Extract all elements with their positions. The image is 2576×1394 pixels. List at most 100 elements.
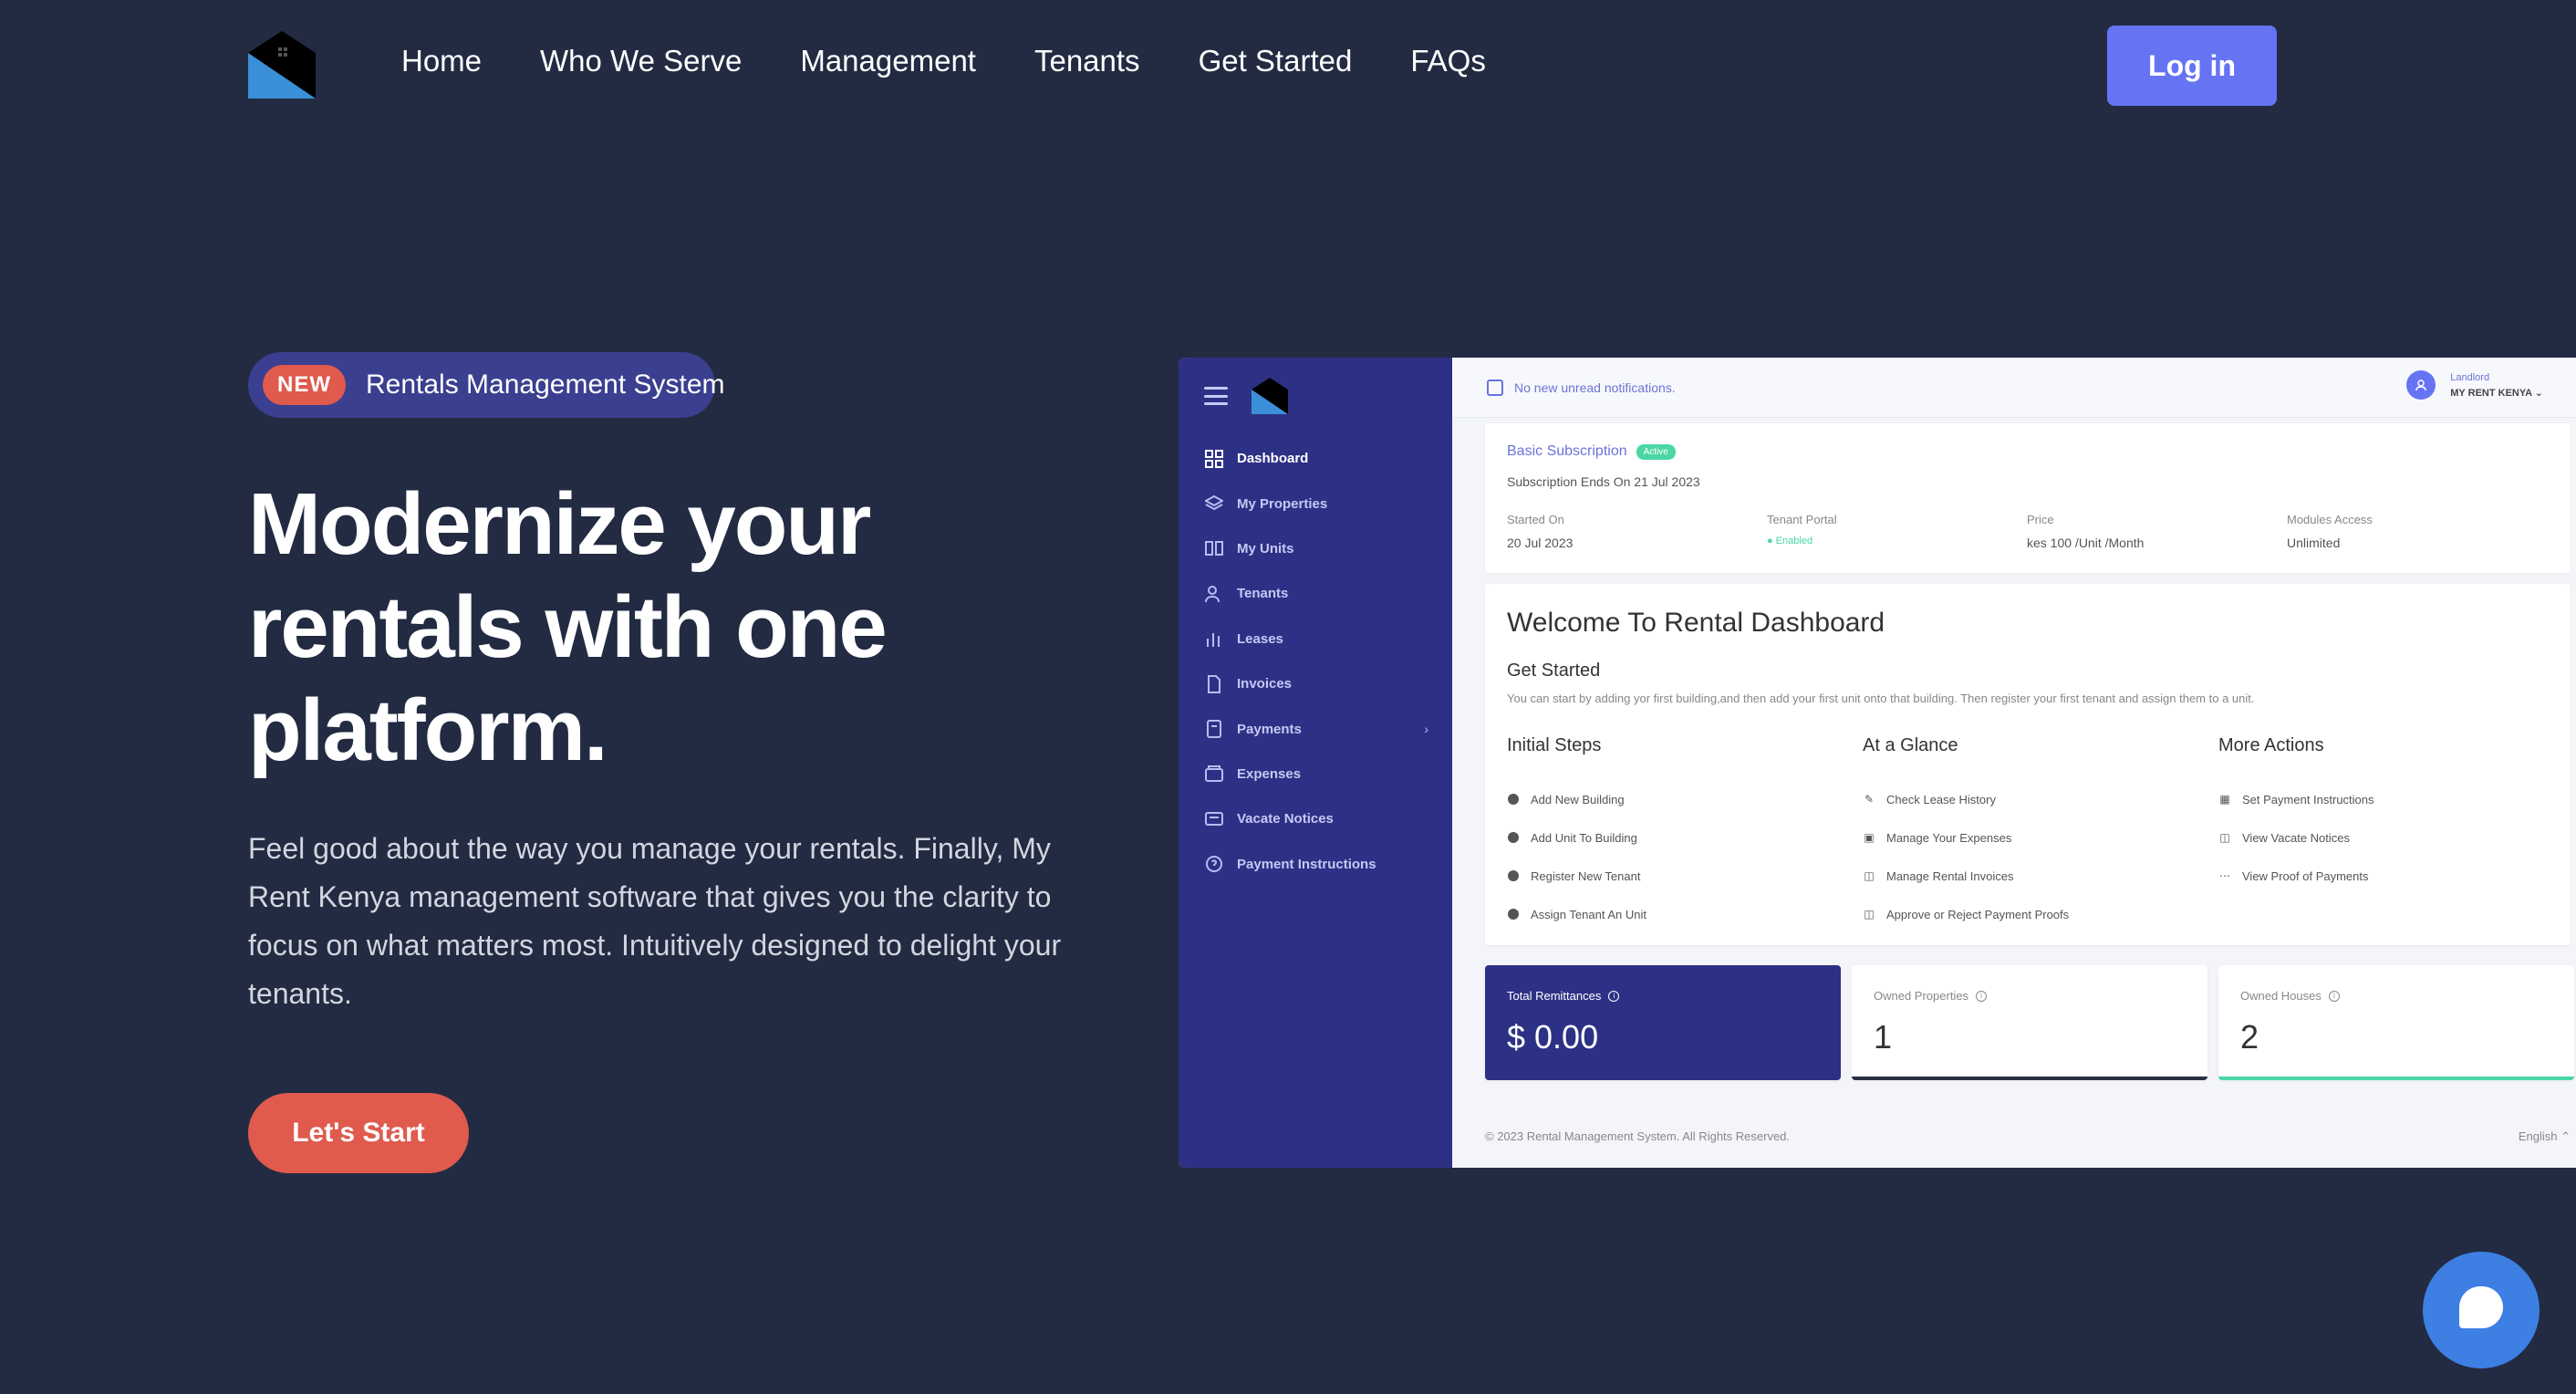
stat-owned-properties[interactable]: Owned Properties i 1: [1852, 965, 2207, 1080]
dashboard-preview: Dashboard My Properties My Units Tenants…: [1179, 358, 2576, 1168]
initial-steps-title: Initial Steps: [1507, 735, 1602, 755]
more-actions-title: More Actions: [2218, 735, 2324, 755]
avatar: [2406, 370, 2436, 400]
info-icon: i: [1608, 990, 1620, 1002]
document-icon: ▣: [1864, 831, 1875, 844]
list-item[interactable]: Add New Building: [1507, 780, 1863, 818]
chat-icon: ◫: [1864, 869, 1875, 882]
hero-title: Modernize your rentals with one platform…: [248, 475, 888, 779]
grid-icon: [1204, 449, 1224, 469]
stat-value: 1: [1874, 1018, 1893, 1056]
stat-value: 2: [2240, 1018, 2259, 1056]
notifications[interactable]: No new unread notifications.: [1487, 380, 1676, 396]
sidebar-item-payment-instructions[interactable]: Payment Instructions: [1179, 842, 1452, 887]
file-icon: [1204, 674, 1224, 694]
list-item[interactable]: ▣ Manage Your Expenses: [1863, 818, 2218, 857]
edit-icon: ✎: [1864, 793, 1875, 806]
sidebar-item-my-properties[interactable]: My Properties: [1179, 481, 1452, 525]
list-item[interactable]: Assign Tenant An Unit: [1507, 895, 1863, 933]
at-a-glance: At a Glance ✎ Check Lease History ▣ Manage…: [1863, 735, 2218, 933]
modules-access-value: Unlimited: [2287, 536, 2341, 550]
stat-total-remittances[interactable]: Total Remittances i $ 0.00: [1485, 965, 1841, 1080]
top-nav: Home Who We Serve Management Tenants Get…: [0, 0, 2576, 131]
sidebar-item-expenses[interactable]: Expenses: [1179, 752, 1452, 796]
started-on-value: 20 Jul 2023: [1507, 536, 1574, 550]
chat-icon: [2459, 1286, 2503, 1328]
bullet-icon: [1508, 832, 1519, 843]
wallet-icon: [1204, 764, 1224, 784]
dashboard-sidebar: Dashboard My Properties My Units Tenants…: [1179, 358, 1452, 1168]
info-icon: i: [2328, 990, 2340, 1002]
lets-start-button[interactable]: Let's Start: [248, 1093, 469, 1173]
list-item[interactable]: ⋯ View Proof of Payments: [2218, 857, 2574, 895]
initial-steps: Initial Steps Add New Building Add Unit …: [1507, 735, 1863, 933]
users-icon: [1204, 584, 1224, 604]
subscription-ends: Subscription Ends On 21 Jul 2023: [1507, 474, 1700, 489]
stat-label: Total Remittances: [1507, 989, 1602, 1003]
bullet-icon: [1508, 909, 1519, 920]
sidebar-item-label: My Properties: [1237, 495, 1328, 512]
list-item[interactable]: ▦ Set Payment Instructions: [2218, 780, 2574, 818]
at-a-glance-title: At a Glance: [1863, 735, 1958, 755]
grid-icon: ▦: [2219, 793, 2230, 806]
sidebar-item-label: Tenants: [1237, 586, 1289, 602]
list-item[interactable]: ◫ Approve or Reject Payment Proofs: [1863, 895, 2218, 933]
hamburger-icon[interactable]: [1204, 387, 1228, 405]
sidebar-item-tenants[interactable]: Tenants: [1179, 571, 1452, 616]
nav-home[interactable]: Home: [401, 44, 482, 78]
new-label: NEW: [263, 365, 346, 405]
stat-label: Owned Properties: [1874, 989, 1969, 1003]
subscription-card: Basic Subscription Active Subscription E…: [1485, 423, 2571, 573]
user-menu[interactable]: Landlord MY RENT KENYA ⌄: [2406, 370, 2543, 400]
sidebar-item-leases[interactable]: Leases: [1179, 617, 1452, 661]
sidebar-item-invoices[interactable]: Invoices: [1179, 661, 1452, 706]
layers-icon: [1204, 494, 1224, 514]
welcome-title: Welcome To Rental Dashboard: [1507, 608, 1885, 638]
copyright-text: © 2023 Rental Management System. All Rig…: [1485, 1129, 1791, 1143]
welcome-card: Welcome To Rental Dashboard Get Started …: [1485, 584, 2571, 945]
list-item[interactable]: ◫ Manage Rental Invoices: [1863, 857, 2218, 895]
dashboard-topbar: No new unread notifications. Landlord MY…: [1452, 358, 2576, 418]
receipt-icon: [1204, 719, 1224, 739]
logo-icon: [1252, 378, 1288, 414]
bar-chart-icon: [1204, 629, 1224, 649]
nav-tenants[interactable]: Tenants: [1034, 44, 1140, 78]
nav-who-we-serve[interactable]: Who We Serve: [540, 44, 742, 78]
nav-management[interactable]: Management: [800, 44, 976, 78]
list-item[interactable]: Register New Tenant: [1507, 857, 1863, 895]
list-item[interactable]: ◫ View Vacate Notices: [2218, 818, 2574, 857]
sidebar-item-label: My Units: [1237, 540, 1294, 557]
tenant-portal-value: ● Enabled: [1767, 536, 1813, 546]
logo-icon[interactable]: [248, 31, 316, 99]
sidebar-item-my-units[interactable]: My Units: [1179, 526, 1452, 571]
stat-label: Owned Houses: [2240, 989, 2322, 1003]
status-badge: Active: [1636, 443, 1676, 460]
list-item[interactable]: Add Unit To Building: [1507, 818, 1863, 857]
sidebar-item-vacate-notices[interactable]: Vacate Notices: [1179, 796, 1452, 841]
nav-faqs[interactable]: FAQs: [1410, 44, 1486, 78]
user-name: MY RENT KENYA ⌄: [2450, 387, 2543, 399]
started-on-label: Started On: [1507, 513, 1564, 526]
user-role: Landlord: [2450, 371, 2490, 383]
help-icon: [1204, 854, 1224, 874]
login-button[interactable]: Log in: [2107, 26, 2277, 106]
sidebar-item-label: Expenses: [1237, 765, 1302, 782]
chat-button[interactable]: [2423, 1252, 2540, 1368]
language-selector[interactable]: English ⌃: [2519, 1129, 2571, 1144]
bullet-icon: [1508, 870, 1519, 881]
notification-icon: [1487, 380, 1503, 396]
subscription-title: Basic Subscription: [1507, 443, 1627, 459]
sidebar-item-payments[interactable]: Payments ›: [1179, 706, 1452, 751]
sidebar-item-label: Vacate Notices: [1237, 811, 1334, 827]
chat-icon: ◫: [2219, 831, 2230, 844]
sidebar-item-dashboard[interactable]: Dashboard: [1179, 436, 1452, 481]
announcement-badge[interactable]: NEW Rentals Management System: [248, 352, 725, 418]
list-item[interactable]: ✎ Check Lease History: [1863, 780, 2218, 818]
nav-get-started[interactable]: Get Started: [1199, 44, 1353, 78]
more-actions: More Actions ▦ Set Payment Instructions ◫…: [2218, 735, 2574, 933]
chevron-down-icon: ⌄: [2534, 387, 2543, 399]
stat-owned-houses[interactable]: Owned Houses i 2: [2218, 965, 2574, 1080]
notification-text: No new unread notifications.: [1514, 380, 1676, 395]
get-started-description: You can start by adding yor first buildi…: [1507, 692, 2255, 705]
dashboard-footer: © 2023 Rental Management System. All Rig…: [1485, 1129, 2571, 1143]
